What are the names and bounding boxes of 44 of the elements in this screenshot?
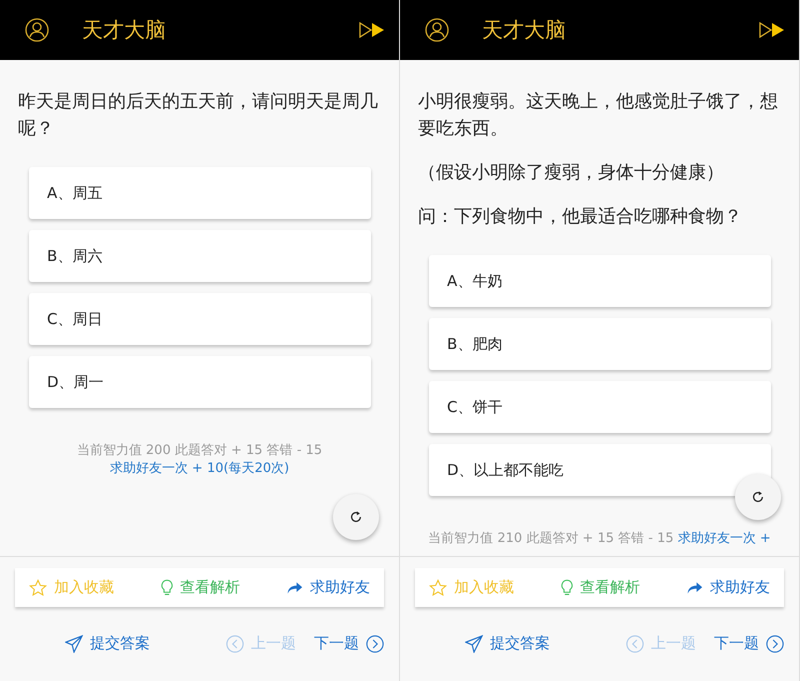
answer-option[interactable]: A、牛奶 [429,255,771,307]
score-info: 当前智力值 200 此题答对 + 15 答错 - 15 求助好友一次 + 10(每天20次) [76,442,324,478]
answer-option[interactable]: B、肥肉 [429,318,771,370]
chevron-left-icon [226,634,244,652]
app-title: 天才大脑 [82,17,167,44]
question-text: 昨天是周日的后天的五天前，请问明天是周几呢？ [18,90,379,141]
app-title: 天才大脑 [482,17,567,44]
answer-option[interactable]: D、以上都不能吃 [429,444,771,496]
question-text: （假设小明除了瘦弱，身体十分健康） [418,161,725,185]
profile-icon[interactable] [25,18,49,42]
fast-forward-icon[interactable] [359,22,385,38]
chevron-right-icon [766,634,784,652]
score-info: 当前智力值 210 此题答对 + 15 答错 - 15 求助好友一次 + [427,530,772,548]
refresh-icon [751,490,765,504]
answer-option[interactable]: C、饼干 [429,381,771,433]
chevron-right-icon [366,634,384,652]
share-arrow-icon [287,580,303,594]
answer-option[interactable]: A、周五 [29,167,371,219]
profile-icon[interactable] [425,18,449,42]
fast-forward-icon[interactable] [759,22,785,38]
share-arrow-icon [687,580,703,594]
lightbulb-icon [561,578,573,596]
next-button[interactable]: 下一题 [314,634,384,653]
question-text: 问：下列食物中，他最适合吃哪种食物？ [418,205,743,229]
action-button[interactable]: 求助好友 [287,578,370,597]
action-button[interactable]: 查看解析 [561,578,640,597]
paper-plane-icon [65,634,83,652]
submit-button[interactable]: 提交答案 [465,634,550,653]
help-link[interactable]: 求助好友一次 + 10(每天20次) [110,461,290,476]
answer-option[interactable]: C、周日 [29,293,371,345]
star-icon [29,578,47,596]
submit-button[interactable]: 提交答案 [65,634,150,653]
refresh-icon [349,510,363,524]
action-button[interactable]: 求助好友 [687,578,770,597]
question-text: 小明很瘦弱。这天晚上，他感觉肚子饿了，想要吃东西。 [418,90,779,141]
answer-option[interactable]: D、周一 [29,356,371,408]
help-link[interactable]: 求助好友一次 + [678,531,771,546]
answer-option[interactable]: B、周六 [29,230,371,282]
paper-plane-icon [465,634,483,652]
next-button[interactable]: 下一题 [714,634,784,653]
chevron-left-icon [626,634,644,652]
lightbulb-icon [161,578,173,596]
star-icon [429,578,447,596]
action-button[interactable]: 查看解析 [161,578,240,597]
